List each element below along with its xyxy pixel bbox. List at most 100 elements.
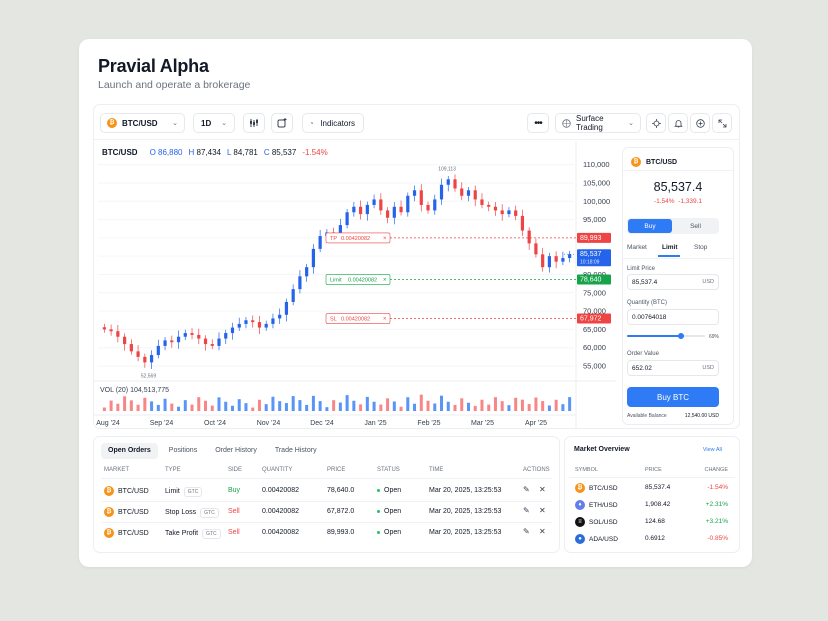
more-button[interactable]: ••• xyxy=(527,113,549,133)
volume-bar xyxy=(284,403,288,411)
volume-bar xyxy=(352,400,356,411)
price-marker-label: 78,640 xyxy=(580,276,602,283)
crosshair-button[interactable] xyxy=(646,113,666,133)
volume-bar xyxy=(413,403,417,411)
y-tick-label: 105,000 xyxy=(583,178,610,187)
candle xyxy=(102,327,106,330)
tab-stop[interactable]: Stop xyxy=(694,244,707,251)
pair-select[interactable]: ₿ BTC/USD ⌄ xyxy=(100,113,185,133)
volume-bar xyxy=(257,399,261,411)
col-status: STATUS xyxy=(377,467,400,473)
plus-circle-icon xyxy=(695,118,705,128)
volume-bar xyxy=(170,403,174,411)
limit-price-input[interactable]: 85,537.4 USD xyxy=(627,274,719,290)
indicators-button[interactable]: Indicators xyxy=(302,113,364,133)
app-card: Pravial Alpha Launch and operate a broke… xyxy=(79,39,752,567)
candle xyxy=(419,190,423,205)
notifications-button[interactable] xyxy=(668,113,688,133)
chart-type-button[interactable] xyxy=(243,113,265,133)
low-label: 52,569 xyxy=(141,373,157,379)
buy-btc-button[interactable]: Buy BTC xyxy=(627,387,719,407)
btc-icon: ₿ xyxy=(631,157,641,167)
ticket-pair: BTC/USD xyxy=(646,158,678,166)
chevron-down-icon: ⌄ xyxy=(221,120,227,127)
sell-toggle[interactable]: Sell xyxy=(673,219,718,233)
list-item[interactable]: ♦ ETH/USD 1,908.42 +2.31% xyxy=(565,498,739,512)
fullscreen-button[interactable] xyxy=(712,113,732,133)
table-row[interactable]: ₿ BTC/USD Take Profit GTC Sell 0.00420082 89,9… xyxy=(94,524,559,542)
overview-price: 1,908.42 xyxy=(645,501,671,508)
quantity-slider[interactable] xyxy=(627,333,705,339)
tab-order-history[interactable]: Order History xyxy=(208,443,264,459)
side-toggle: Buy Sell xyxy=(627,218,719,234)
balance-label: Available Balance xyxy=(627,413,667,419)
market-overview-panel: Market Overview View All SYMBOL PRICE CH… xyxy=(564,436,740,553)
volume-bar xyxy=(150,401,154,411)
candle xyxy=(311,248,315,268)
candle xyxy=(116,331,120,337)
slider-percent: 69% xyxy=(709,334,720,340)
candle xyxy=(143,356,147,363)
add-button[interactable] xyxy=(690,113,710,133)
quantity-input[interactable]: 0.00764018 xyxy=(627,309,719,325)
list-item[interactable]: ≡ SOL/USD 124.68 +3.21% xyxy=(565,515,739,529)
candle xyxy=(183,333,187,337)
balance-value: 12,540.00 USD xyxy=(684,413,719,419)
order-value-input[interactable]: 652.02 USD xyxy=(627,360,719,376)
candle xyxy=(203,338,208,345)
edit-icon[interactable]: ✎ xyxy=(523,485,530,494)
col-side: SIDE xyxy=(228,467,243,473)
buy-toggle[interactable]: Buy xyxy=(628,219,672,233)
x-tick-label: Aug '24 xyxy=(96,420,120,427)
tab-positions[interactable]: Positions xyxy=(162,443,204,459)
candle xyxy=(305,267,309,277)
volume-bar xyxy=(338,402,342,411)
volume-bar xyxy=(318,401,322,411)
row-market: BTC/USD xyxy=(118,529,149,537)
edit-icon[interactable]: ✎ xyxy=(523,527,530,536)
row-side: Sell xyxy=(228,529,240,536)
price-marker-label: 67,972 xyxy=(580,316,602,323)
volume-bar xyxy=(197,397,201,411)
edit-icon[interactable]: ✎ xyxy=(523,506,530,515)
chevron-down-icon: ⌄ xyxy=(172,120,178,127)
volume-bar xyxy=(183,400,187,411)
indicators-icon xyxy=(311,122,314,124)
price-marker-label: 89,993 xyxy=(580,235,602,242)
slider-thumb[interactable] xyxy=(677,333,684,339)
candle xyxy=(298,276,302,290)
y-tick-label: 60,000 xyxy=(583,343,606,352)
candle xyxy=(541,254,545,268)
list-item[interactable]: ₿ BTC/USD 85,537.4 -1.54% xyxy=(565,481,739,495)
candle xyxy=(284,301,289,315)
close-icon[interactable]: ✕ xyxy=(539,485,546,494)
candle xyxy=(149,355,154,363)
tab-limit[interactable]: Limit xyxy=(662,244,678,251)
view-all-link[interactable]: View All xyxy=(703,447,722,453)
tab-trade-history[interactable]: Trade History xyxy=(268,443,324,459)
tab-market[interactable]: Market xyxy=(627,244,647,251)
interval-select[interactable]: 1D ⌄ xyxy=(193,113,235,133)
table-row[interactable]: ₿ BTC/USD Limit GTC Buy 0.00420082 78,640.0 Ope… xyxy=(94,482,559,500)
candle xyxy=(257,322,262,328)
table-row[interactable]: ₿ BTC/USD Stop Loss GTC Sell 0.00420082 67,872… xyxy=(94,503,559,521)
limit-price-unit: USD xyxy=(702,279,714,285)
price-chart[interactable]: BTC/USD O 86,880 H 87,434 L 84,781 C 85,… xyxy=(94,141,616,429)
order-line-close-icon: × xyxy=(383,277,387,283)
tab-open-orders[interactable]: Open Orders xyxy=(101,443,158,459)
bell-icon xyxy=(673,119,683,127)
order-value-unit: USD xyxy=(702,365,714,371)
volume-bar xyxy=(102,407,106,411)
quantity-label: Quantity (BTC) xyxy=(627,300,668,306)
volume-bar xyxy=(305,404,309,411)
close-icon[interactable]: ✕ xyxy=(539,506,546,515)
candle xyxy=(129,344,133,352)
close-icon[interactable]: ✕ xyxy=(539,527,546,536)
ticket-change-pct: -1.54% xyxy=(653,198,675,205)
candle xyxy=(554,256,558,262)
list-item[interactable]: ● ADA/USD 0.6912 -0.85% xyxy=(565,532,739,546)
surface-select[interactable]: Surface Trading ⌄ xyxy=(555,113,641,133)
candle xyxy=(345,212,349,226)
add-alert-button[interactable] xyxy=(271,113,293,133)
pair-select-label: BTC/USD xyxy=(122,118,158,128)
